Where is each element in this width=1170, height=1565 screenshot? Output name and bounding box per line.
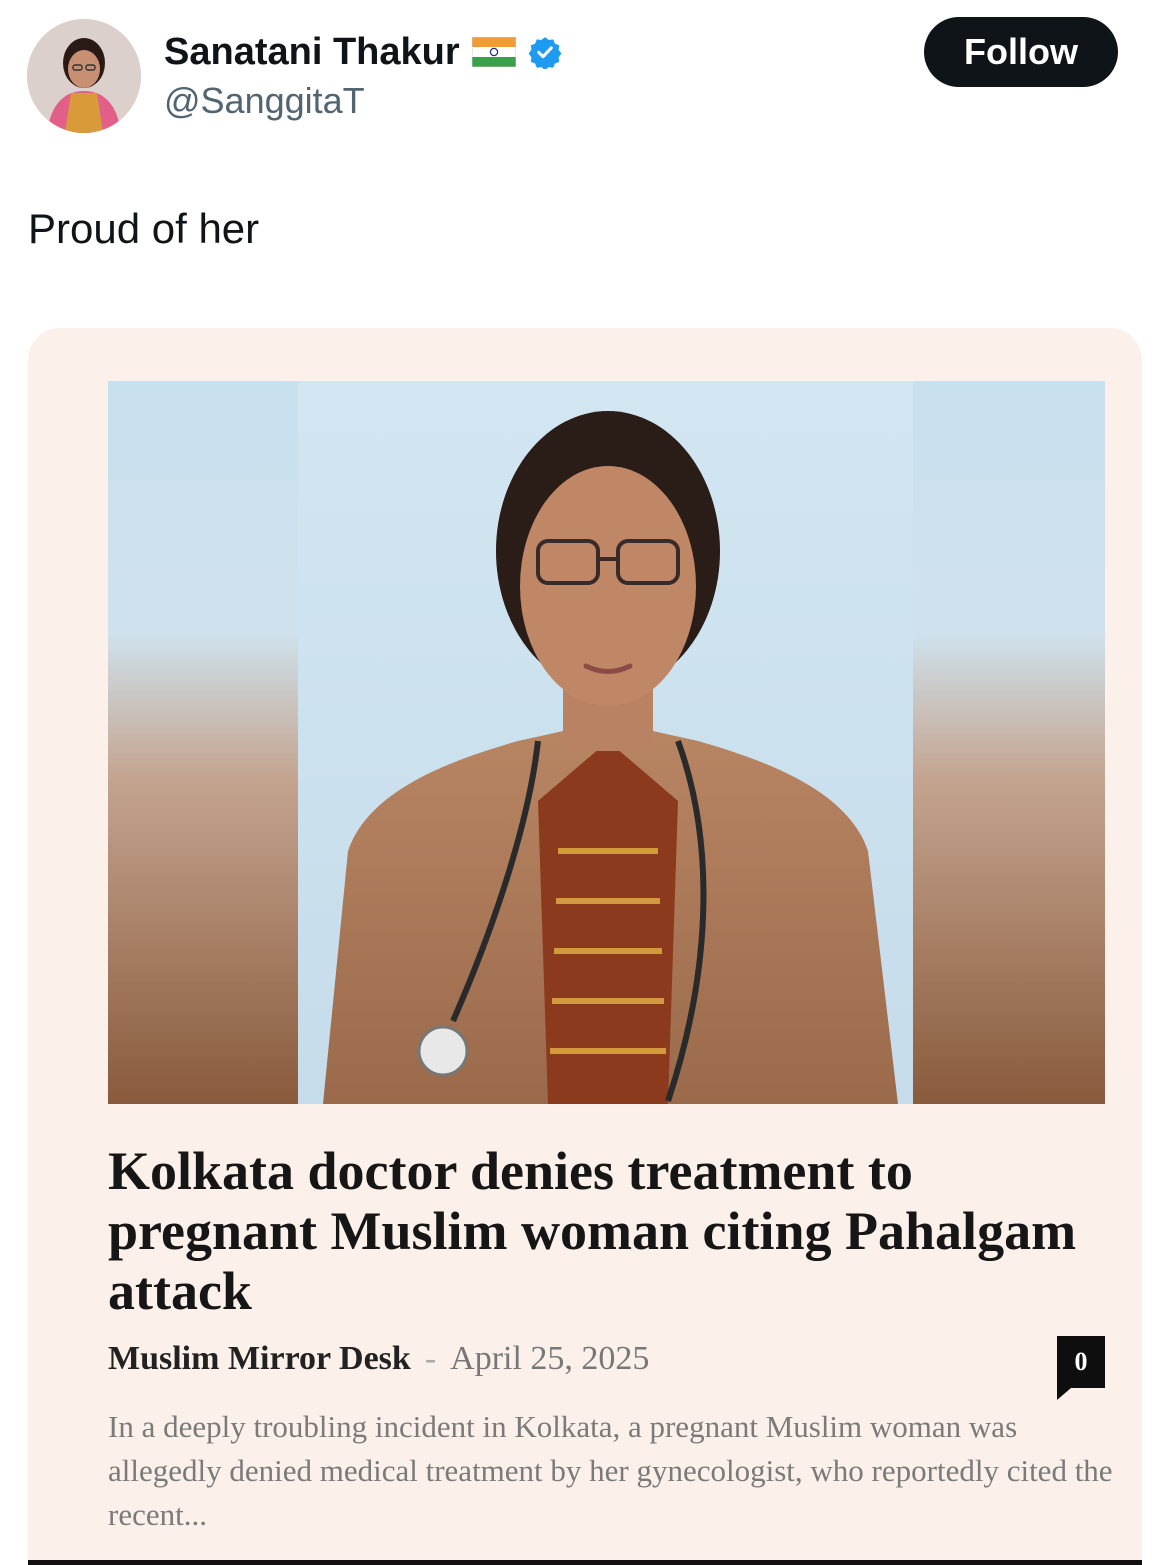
author-name-row[interactable]: Sanatani Thakur bbox=[164, 30, 562, 74]
article-excerpt: In a deeply troubling incident in Kolkat… bbox=[108, 1409, 1113, 1532]
tweet-media-card[interactable]: Kolkata doctor denies treatment to pregn… bbox=[28, 328, 1142, 1565]
tweet-text: Proud of her bbox=[28, 205, 260, 252]
india-flag-icon bbox=[471, 37, 516, 67]
comment-count-badge[interactable]: 0 bbox=[1057, 1336, 1105, 1400]
card-bottom-border bbox=[28, 1560, 1142, 1565]
article-photo[interactable] bbox=[108, 381, 1105, 1104]
article-headline[interactable]: Kolkata doctor denies treatment to pregn… bbox=[108, 1141, 1098, 1321]
article-date: April 25, 2025 bbox=[450, 1340, 650, 1377]
verified-badge-icon[interactable] bbox=[528, 35, 562, 69]
byline-separator: - bbox=[424, 1340, 437, 1377]
follow-button[interactable]: Follow bbox=[924, 17, 1118, 87]
article-byline: Muslim Mirror Desk - April 25, 2025 bbox=[108, 1340, 649, 1378]
avatar[interactable] bbox=[27, 19, 141, 133]
author-display-name[interactable]: Sanatani Thakur bbox=[164, 31, 460, 74]
article-author[interactable]: Muslim Mirror Desk bbox=[108, 1340, 411, 1378]
author-handle[interactable]: @SanggitaT bbox=[164, 80, 365, 122]
